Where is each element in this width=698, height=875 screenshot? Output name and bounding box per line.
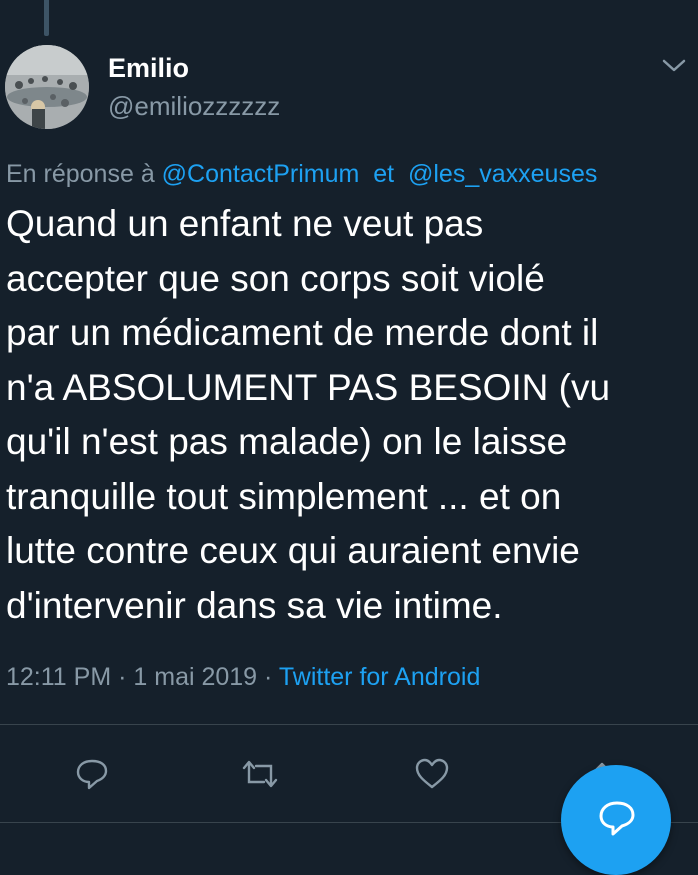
tweet-text-line: Quand un enfant ne veut pas bbox=[6, 203, 484, 244]
tweet-text-line: accepter que son corps soit violé bbox=[6, 257, 545, 299]
thread-connector-line bbox=[44, 0, 49, 36]
mention-link[interactable]: @ContactPrimum bbox=[162, 160, 360, 188]
tweet-text: Quand un enfant ne veut pas accepter que… bbox=[6, 197, 692, 633]
tweet-text-line: par un médicament de merde dont il bbox=[6, 312, 599, 353]
reply-icon bbox=[76, 759, 108, 790]
heart-icon bbox=[415, 758, 449, 789]
chevron-down-icon[interactable] bbox=[660, 54, 688, 76]
reply-context: En réponse à @ContactPrimum et @les_vaxx… bbox=[6, 160, 597, 189]
avatar-photo-icon bbox=[5, 45, 89, 129]
compose-reply-button[interactable] bbox=[561, 765, 671, 875]
mention-link[interactable]: @les_vaxxeuses bbox=[408, 160, 597, 188]
meta-separator: · bbox=[264, 663, 273, 691]
retweet-icon bbox=[242, 760, 278, 788]
reply-button[interactable] bbox=[72, 754, 112, 794]
reply-conjunction: et bbox=[373, 160, 395, 188]
divider bbox=[0, 724, 698, 725]
avatar[interactable] bbox=[5, 45, 89, 129]
author-handle[interactable]: @emiliozzzzzz bbox=[108, 91, 280, 122]
reply-prefix: En réponse à bbox=[6, 160, 155, 188]
tweet-source-link[interactable]: Twitter for Android bbox=[279, 663, 480, 691]
tweet-text-line: tranquille tout simplement ... et on bbox=[6, 475, 562, 517]
tweet-date: 1 mai 2019 bbox=[133, 663, 258, 691]
tweet-time: 12:11 PM bbox=[6, 663, 112, 691]
tweet-meta: 12:11 PM · 1 mai 2019 · Twitter for Andr… bbox=[6, 663, 480, 692]
tweet-text-line: lutte contre ceux qui auraient envie bbox=[6, 530, 580, 571]
retweet-button[interactable] bbox=[240, 754, 280, 794]
meta-separator: · bbox=[118, 663, 127, 691]
compose-reply-icon bbox=[599, 801, 635, 836]
tweet-text-line: d'intervenir dans sa vie intime. bbox=[6, 584, 503, 626]
tweet-text-line: n'a ABSOLUMENT PAS BESOIN (vu bbox=[6, 366, 611, 408]
tweet-text-line: qu'il n'est pas malade) on le laisse bbox=[6, 421, 568, 462]
author-name[interactable]: Emilio bbox=[108, 53, 189, 84]
like-button[interactable] bbox=[412, 754, 452, 794]
